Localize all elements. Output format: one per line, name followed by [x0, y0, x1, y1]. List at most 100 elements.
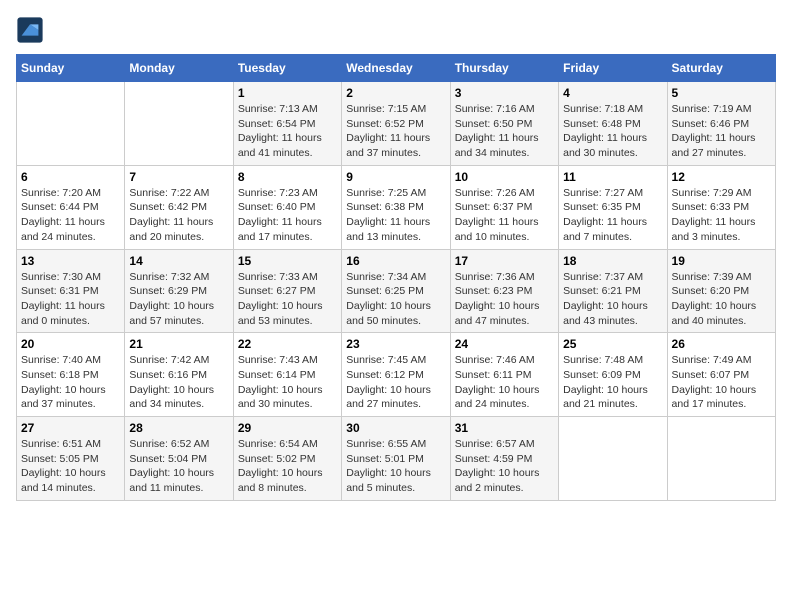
calendar-cell: 17 Sunrise: 7:36 AMSunset: 6:23 PMDayligh… — [450, 249, 558, 333]
day-number: 12 — [672, 170, 771, 184]
day-number: 23 — [346, 337, 445, 351]
logo-icon — [16, 16, 44, 44]
calendar-cell — [559, 417, 667, 501]
page-header — [16, 16, 776, 44]
day-info: Sunrise: 7:33 AMSunset: 6:27 PMDaylight:… — [238, 270, 337, 329]
day-number: 17 — [455, 254, 554, 268]
day-info: Sunrise: 6:51 AMSunset: 5:05 PMDaylight:… — [21, 437, 120, 496]
day-number: 19 — [672, 254, 771, 268]
day-number: 18 — [563, 254, 662, 268]
day-info: Sunrise: 7:49 AMSunset: 6:07 PMDaylight:… — [672, 353, 771, 412]
day-number: 25 — [563, 337, 662, 351]
calendar-cell: 18Sunrise: 7:37 AMSunset: 6:21 PMDayligh… — [559, 249, 667, 333]
day-number: 30 — [346, 421, 445, 435]
day-number: 20 — [21, 337, 120, 351]
calendar-cell: 28 Sunrise: 6:52 AMSunset: 5:04 PMDayligh… — [125, 417, 233, 501]
calendar-cell: 1 Sunrise: 7:13 AMSunset: 6:54 PMDaylight… — [233, 82, 341, 166]
day-number: 29 — [238, 421, 337, 435]
day-info: Sunrise: 7:29 AMSunset: 6:33 PMDaylight:… — [672, 186, 771, 245]
day-info: Sunrise: 7:19 AMSunset: 6:46 PMDaylight:… — [672, 102, 771, 161]
calendar-cell: 27Sunrise: 6:51 AMSunset: 5:05 PMDayligh… — [17, 417, 125, 501]
day-info: Sunrise: 7:22 AMSunset: 6:42 PMDaylight:… — [129, 186, 228, 245]
calendar-week-row: 1 Sunrise: 7:13 AMSunset: 6:54 PMDaylight… — [17, 82, 776, 166]
day-number: 10 — [455, 170, 554, 184]
calendar-cell: 29 Sunrise: 6:54 AMSunset: 5:02 PMDayligh… — [233, 417, 341, 501]
day-number: 28 — [129, 421, 228, 435]
calendar-cell: 26 Sunrise: 7:49 AMSunset: 6:07 PMDayligh… — [667, 333, 775, 417]
calendar-cell: 11 Sunrise: 7:27 AMSunset: 6:35 PMDayligh… — [559, 165, 667, 249]
calendar-cell: 20Sunrise: 7:40 AMSunset: 6:18 PMDayligh… — [17, 333, 125, 417]
day-number: 22 — [238, 337, 337, 351]
day-number: 14 — [129, 254, 228, 268]
day-header-thursday: Thursday — [450, 55, 558, 82]
calendar-cell: 6 Sunrise: 7:20 AMSunset: 6:44 PMDaylight… — [17, 165, 125, 249]
day-header-monday: Monday — [125, 55, 233, 82]
calendar-cell: 22 Sunrise: 7:43 AMSunset: 6:14 PMDayligh… — [233, 333, 341, 417]
day-info: Sunrise: 7:34 AMSunset: 6:25 PMDaylight:… — [346, 270, 445, 329]
day-info: Sunrise: 7:32 AMSunset: 6:29 PMDaylight:… — [129, 270, 228, 329]
day-info: Sunrise: 7:23 AMSunset: 6:40 PMDaylight:… — [238, 186, 337, 245]
day-info: Sunrise: 7:27 AMSunset: 6:35 PMDaylight:… — [563, 186, 662, 245]
day-header-tuesday: Tuesday — [233, 55, 341, 82]
day-info: Sunrise: 7:16 AMSunset: 6:50 PMDaylight:… — [455, 102, 554, 161]
day-info: Sunrise: 7:45 AMSunset: 6:12 PMDaylight:… — [346, 353, 445, 412]
calendar-cell: 10 Sunrise: 7:26 AMSunset: 6:37 PMDayligh… — [450, 165, 558, 249]
day-number: 2 — [346, 86, 445, 100]
day-info: Sunrise: 6:52 AMSunset: 5:04 PMDaylight:… — [129, 437, 228, 496]
day-number: 3 — [455, 86, 554, 100]
day-info: Sunrise: 7:25 AMSunset: 6:38 PMDaylight:… — [346, 186, 445, 245]
calendar-cell: 21Sunrise: 7:42 AMSunset: 6:16 PMDayligh… — [125, 333, 233, 417]
calendar-week-row: 13 Sunrise: 7:30 AMSunset: 6:31 PMDayligh… — [17, 249, 776, 333]
day-number: 6 — [21, 170, 120, 184]
calendar-cell: 24Sunrise: 7:46 AMSunset: 6:11 PMDayligh… — [450, 333, 558, 417]
calendar-cell: 3 Sunrise: 7:16 AMSunset: 6:50 PMDaylight… — [450, 82, 558, 166]
calendar-cell: 7 Sunrise: 7:22 AMSunset: 6:42 PMDaylight… — [125, 165, 233, 249]
day-info: Sunrise: 6:54 AMSunset: 5:02 PMDaylight:… — [238, 437, 337, 496]
day-info: Sunrise: 7:42 AMSunset: 6:16 PMDaylight:… — [129, 353, 228, 412]
calendar-week-row: 27Sunrise: 6:51 AMSunset: 5:05 PMDayligh… — [17, 417, 776, 501]
day-number: 9 — [346, 170, 445, 184]
calendar-cell: 9 Sunrise: 7:25 AMSunset: 6:38 PMDaylight… — [342, 165, 450, 249]
day-number: 7 — [129, 170, 228, 184]
day-info: Sunrise: 7:39 AMSunset: 6:20 PMDaylight:… — [672, 270, 771, 329]
calendar-cell: 30Sunrise: 6:55 AMSunset: 5:01 PMDayligh… — [342, 417, 450, 501]
calendar-cell: 2 Sunrise: 7:15 AMSunset: 6:52 PMDaylight… — [342, 82, 450, 166]
logo — [16, 16, 46, 44]
day-info: Sunrise: 7:36 AMSunset: 6:23 PMDaylight:… — [455, 270, 554, 329]
day-info: Sunrise: 7:20 AMSunset: 6:44 PMDaylight:… — [21, 186, 120, 245]
calendar-week-row: 6 Sunrise: 7:20 AMSunset: 6:44 PMDaylight… — [17, 165, 776, 249]
days-header-row: SundayMondayTuesdayWednesdayThursdayFrid… — [17, 55, 776, 82]
day-number: 26 — [672, 337, 771, 351]
calendar-cell: 5 Sunrise: 7:19 AMSunset: 6:46 PMDaylight… — [667, 82, 775, 166]
day-info: Sunrise: 6:57 AMSunset: 4:59 PMDaylight:… — [455, 437, 554, 496]
calendar-cell: 25Sunrise: 7:48 AMSunset: 6:09 PMDayligh… — [559, 333, 667, 417]
day-info: Sunrise: 7:30 AMSunset: 6:31 PMDaylight:… — [21, 270, 120, 329]
day-number: 1 — [238, 86, 337, 100]
day-number: 13 — [21, 254, 120, 268]
calendar-week-row: 20Sunrise: 7:40 AMSunset: 6:18 PMDayligh… — [17, 333, 776, 417]
calendar-cell: 14 Sunrise: 7:32 AMSunset: 6:29 PMDayligh… — [125, 249, 233, 333]
calendar-cell: 8 Sunrise: 7:23 AMSunset: 6:40 PMDaylight… — [233, 165, 341, 249]
day-number: 31 — [455, 421, 554, 435]
calendar-table: SundayMondayTuesdayWednesdayThursdayFrid… — [16, 54, 776, 501]
day-number: 4 — [563, 86, 662, 100]
day-header-sunday: Sunday — [17, 55, 125, 82]
day-number: 8 — [238, 170, 337, 184]
calendar-cell: 19 Sunrise: 7:39 AMSunset: 6:20 PMDayligh… — [667, 249, 775, 333]
calendar-cell: 16Sunrise: 7:34 AMSunset: 6:25 PMDayligh… — [342, 249, 450, 333]
day-info: Sunrise: 7:15 AMSunset: 6:52 PMDaylight:… — [346, 102, 445, 161]
day-number: 11 — [563, 170, 662, 184]
day-header-friday: Friday — [559, 55, 667, 82]
day-info: Sunrise: 7:26 AMSunset: 6:37 PMDaylight:… — [455, 186, 554, 245]
calendar-cell: 13 Sunrise: 7:30 AMSunset: 6:31 PMDayligh… — [17, 249, 125, 333]
day-number: 15 — [238, 254, 337, 268]
day-header-wednesday: Wednesday — [342, 55, 450, 82]
calendar-cell: 15 Sunrise: 7:33 AMSunset: 6:27 PMDayligh… — [233, 249, 341, 333]
calendar-cell: 12 Sunrise: 7:29 AMSunset: 6:33 PMDayligh… — [667, 165, 775, 249]
calendar-cell: 31 Sunrise: 6:57 AMSunset: 4:59 PMDayligh… — [450, 417, 558, 501]
day-info: Sunrise: 7:18 AMSunset: 6:48 PMDaylight:… — [563, 102, 662, 161]
calendar-cell: 23 Sunrise: 7:45 AMSunset: 6:12 PMDayligh… — [342, 333, 450, 417]
day-info: Sunrise: 7:13 AMSunset: 6:54 PMDaylight:… — [238, 102, 337, 161]
day-number: 5 — [672, 86, 771, 100]
day-info: Sunrise: 7:43 AMSunset: 6:14 PMDaylight:… — [238, 353, 337, 412]
